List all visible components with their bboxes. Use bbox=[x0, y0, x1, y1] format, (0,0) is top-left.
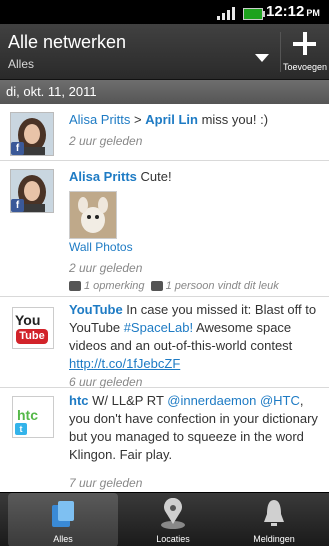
battery-icon bbox=[243, 8, 265, 20]
author-name[interactable]: Alisa Pritts bbox=[69, 112, 130, 127]
tab-alles[interactable]: Alles bbox=[8, 493, 118, 546]
author-name[interactable]: Alisa Pritts bbox=[69, 169, 137, 184]
location-pin-icon bbox=[161, 497, 185, 529]
youtube-logo-icon[interactable]: You Tube bbox=[12, 307, 54, 349]
timestamp: 2 uur geleden bbox=[69, 261, 143, 275]
tab-locaties[interactable]: Locaties bbox=[118, 493, 228, 546]
avatar[interactable]: f bbox=[10, 169, 54, 213]
facebook-icon: f bbox=[11, 199, 24, 212]
feed-list: f Alisa Pritts > April Lin miss you! :) … bbox=[0, 104, 329, 492]
all-icon bbox=[52, 501, 74, 527]
twitter-icon: t bbox=[15, 423, 27, 435]
author-name[interactable]: YouTube bbox=[69, 302, 123, 317]
network-dropdown[interactable] bbox=[200, 24, 280, 79]
htc-logo-icon[interactable]: htc t bbox=[12, 396, 54, 438]
feed-item-text: YouTube In case you missed it: Blast off… bbox=[69, 302, 317, 371]
signal-icon bbox=[217, 6, 241, 20]
feed-item[interactable]: You Tube YouTube In case you missed it: B… bbox=[0, 297, 329, 389]
feed-item-text: htc W/ LL&P RT @innerdaemon @HTC, you do… bbox=[69, 393, 318, 462]
photo-caption[interactable]: Wall Photos bbox=[69, 240, 133, 254]
timestamp: 2 uur geleden bbox=[69, 134, 143, 148]
feed-item[interactable]: f Alisa Pritts > April Lin miss you! :) … bbox=[0, 104, 329, 161]
screen: 12:12 PM Alle netwerken Alles Toevoegen d… bbox=[0, 0, 329, 546]
feed-item[interactable]: f Alisa Pritts Cute! Wall Photos 2 uur g… bbox=[0, 161, 329, 297]
bell-icon bbox=[264, 500, 284, 526]
dropdown-arrow-icon bbox=[255, 54, 269, 62]
add-label: Toevoegen bbox=[282, 62, 328, 72]
status-bar: 12:12 PM bbox=[0, 0, 329, 24]
status-time: 12:12 PM bbox=[266, 3, 320, 20]
avatar[interactable]: f bbox=[10, 112, 54, 156]
recipient-name[interactable]: April Lin bbox=[145, 112, 198, 127]
like-count[interactable]: 1 persoon vindt dit leuk bbox=[166, 280, 279, 292]
action-bar: Alle netwerken Alles Toevoegen bbox=[0, 24, 329, 80]
network-title[interactable]: Alle netwerken bbox=[8, 32, 126, 53]
comment-icon bbox=[69, 281, 81, 292]
like-icon bbox=[150, 281, 163, 292]
photo-thumbnail[interactable] bbox=[69, 191, 117, 239]
feed-item-text: Alisa Pritts > April Lin miss you! :) bbox=[69, 112, 269, 127]
timestamp: 7 uur geleden bbox=[69, 476, 143, 490]
author-name[interactable]: htc bbox=[69, 393, 89, 408]
facebook-icon: f bbox=[11, 142, 24, 155]
mention[interactable]: @HTC bbox=[256, 393, 300, 408]
post-link[interactable]: http://t.co/1fJebcZF bbox=[69, 356, 180, 371]
date-header: di, okt. 11, 2011 bbox=[0, 80, 329, 104]
add-button[interactable]: Toevoegen bbox=[281, 24, 329, 79]
comment-count[interactable]: 1 opmerking bbox=[84, 280, 145, 292]
mention[interactable]: @innerdaemon bbox=[167, 393, 256, 408]
bottom-tab-bar: Alles Locaties Meldingen bbox=[0, 492, 329, 546]
network-subtitle: Alles bbox=[8, 57, 35, 71]
feed-item-text: Alisa Pritts Cute! bbox=[69, 169, 172, 184]
hashtag[interactable]: #SpaceLab! bbox=[124, 320, 193, 335]
feed-item[interactable]: htc t htc W/ LL&P RT @innerdaemon @HTC, y… bbox=[0, 388, 329, 492]
post-stats: 1 opmerking 1 persoon vindt dit leuk bbox=[69, 277, 321, 295]
tab-meldingen[interactable]: Meldingen bbox=[219, 493, 329, 546]
